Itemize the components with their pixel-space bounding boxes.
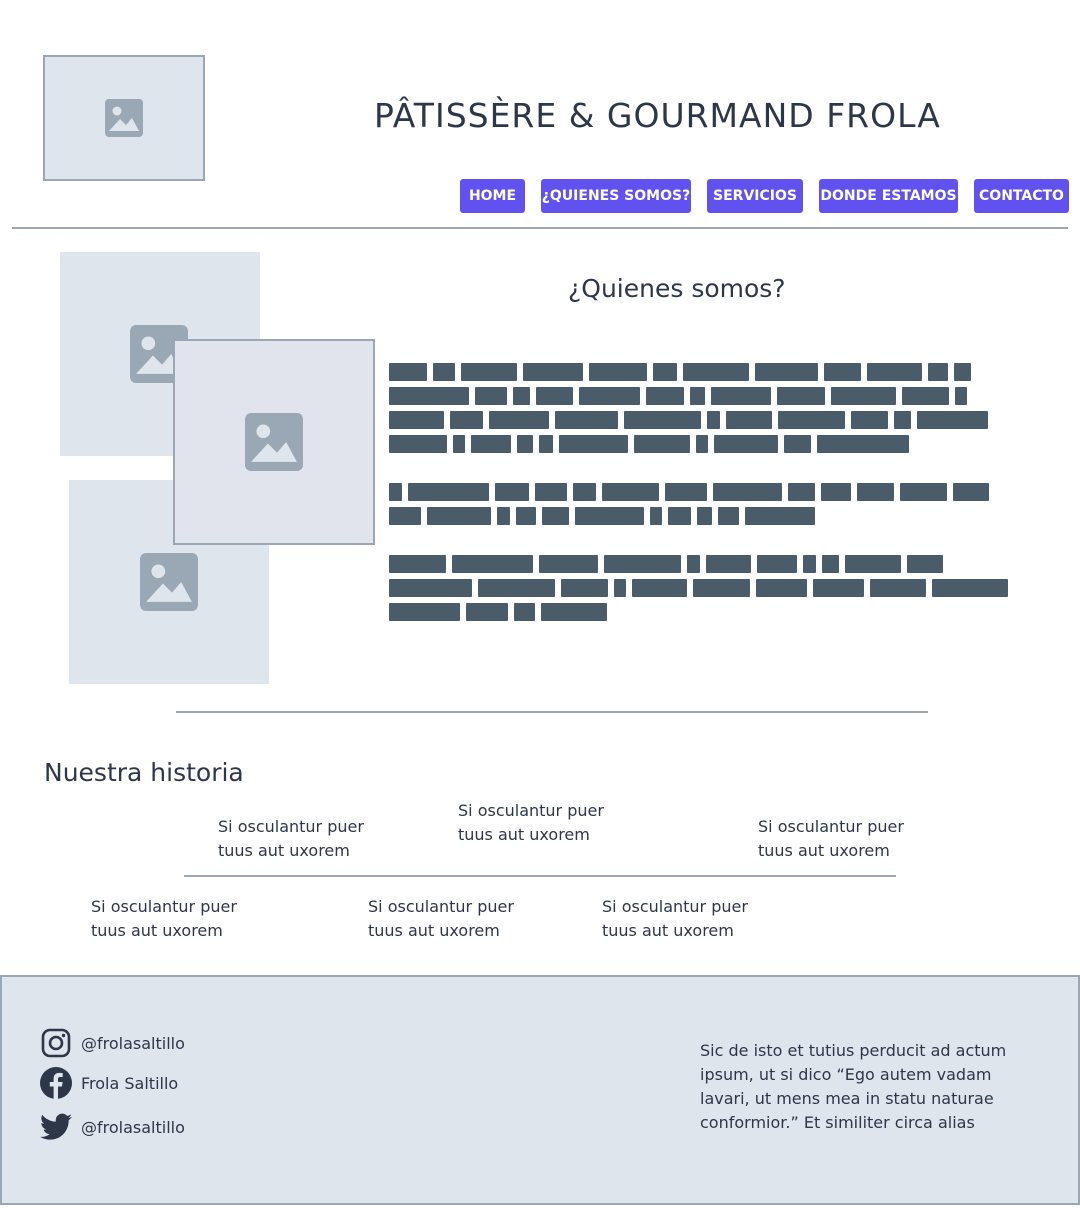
facebook-icon xyxy=(40,1067,72,1099)
about-paragraph-3 xyxy=(389,555,1009,627)
about-image-2 xyxy=(173,339,375,545)
site-title: PÂTISSÈRE & GOURMAND FROLA xyxy=(374,96,941,135)
timeline-event: Si osculantur puer tuus aut uxorem xyxy=(758,817,904,860)
nav-contacto-button[interactable]: CONTACTO xyxy=(974,179,1069,213)
nav-home-button[interactable]: HOME xyxy=(460,179,525,213)
twitter-icon xyxy=(40,1111,72,1143)
footer-description: Sic de isto et tutius perducit ad actum … xyxy=(700,1041,1007,1132)
section-divider xyxy=(176,711,928,713)
instagram-icon xyxy=(40,1027,72,1059)
timeline-event: Si osculantur puer tuus aut uxorem xyxy=(91,897,237,940)
image-placeholder-icon xyxy=(245,413,303,471)
nav-quienes-somos-button[interactable]: ¿QUIENES SOMOS? xyxy=(541,179,691,213)
social-label: @frolasaltillo xyxy=(81,1117,185,1137)
header-divider xyxy=(12,227,1068,229)
social-facebook-link[interactable]: Frola Saltillo xyxy=(40,1067,178,1099)
timeline-event: Si osculantur puer tuus aut uxorem xyxy=(218,817,364,860)
social-instagram-link[interactable]: @frolasaltillo xyxy=(40,1027,185,1059)
image-placeholder-icon xyxy=(140,553,198,611)
social-twitter-link[interactable]: @frolasaltillo xyxy=(40,1111,185,1143)
about-paragraph-1 xyxy=(389,363,1009,459)
about-paragraph-2 xyxy=(389,483,1009,531)
nav-donde-estamos-button[interactable]: DONDE ESTAMOS xyxy=(819,179,958,213)
history-title: Nuestra historia xyxy=(44,758,244,787)
nav-servicios-button[interactable]: SERVICIOS xyxy=(707,179,803,213)
timeline-event: Si osculantur puer tuus aut uxorem xyxy=(602,897,748,940)
logo-placeholder[interactable] xyxy=(43,55,205,181)
about-title: ¿Quienes somos? xyxy=(568,274,786,303)
social-label: @frolasaltillo xyxy=(81,1033,185,1053)
social-label: Frola Saltillo xyxy=(81,1073,179,1093)
timeline-event: Si osculantur puer tuus aut uxorem xyxy=(458,801,604,844)
timeline-line xyxy=(184,875,896,877)
image-placeholder-icon xyxy=(105,99,143,137)
timeline-event: Si osculantur puer tuus aut uxorem xyxy=(368,897,514,940)
